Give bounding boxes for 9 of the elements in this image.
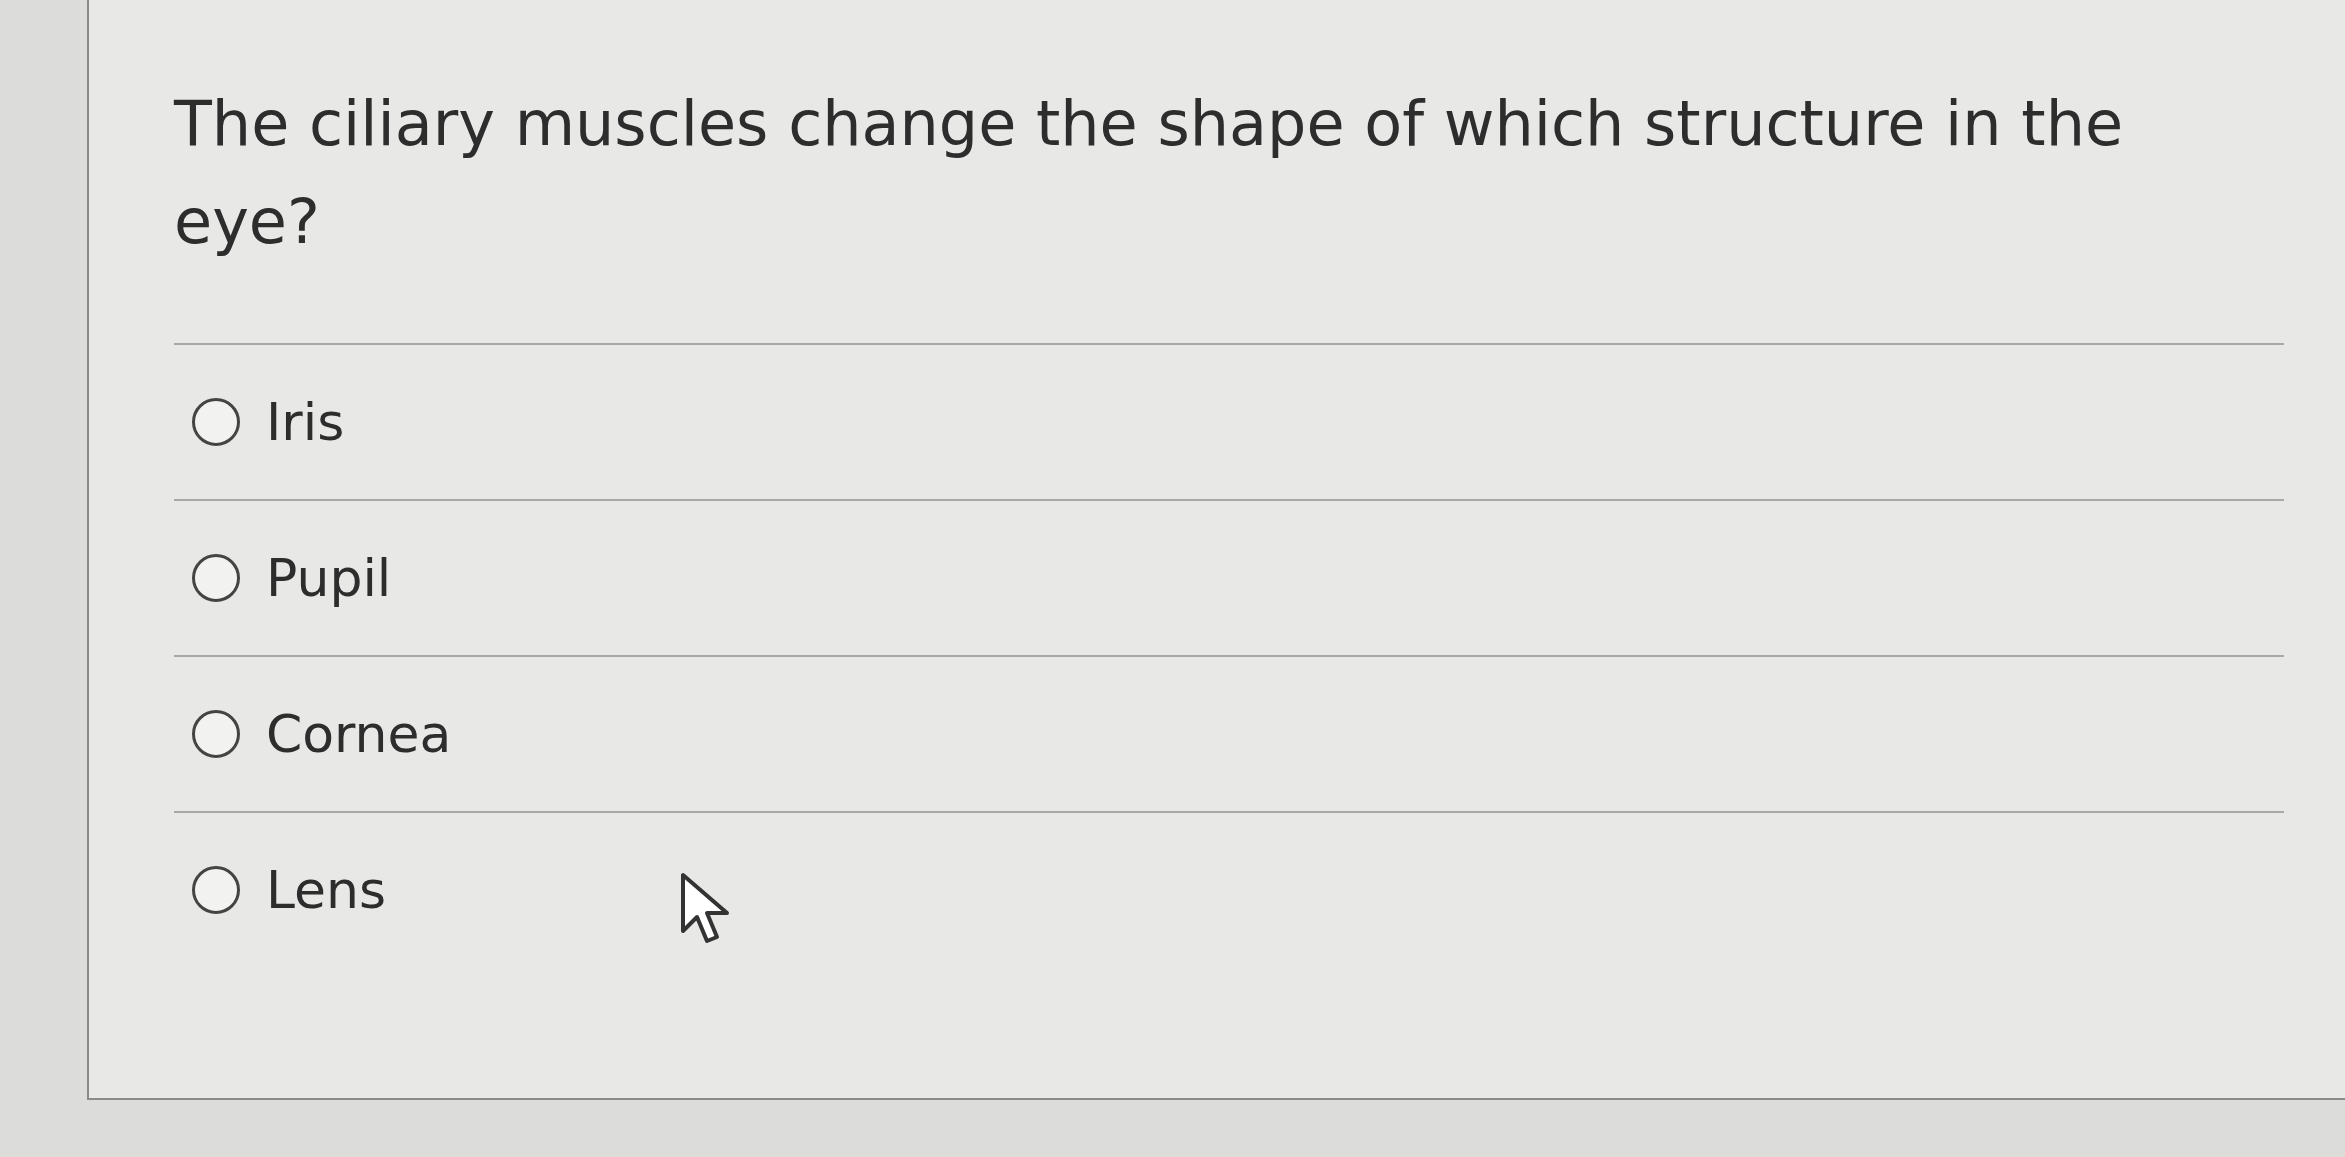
radio-button[interactable]: [192, 710, 240, 758]
option-label: Cornea: [266, 704, 452, 764]
radio-button[interactable]: [192, 554, 240, 602]
option-label: Lens: [266, 860, 387, 920]
option-label: Pupil: [266, 548, 392, 608]
radio-button[interactable]: [192, 866, 240, 914]
question-text: The ciliary muscles change the shape of which structure in the eye?: [174, 86, 2125, 260]
option-label: Iris: [266, 392, 345, 452]
radio-button[interactable]: [192, 398, 240, 446]
